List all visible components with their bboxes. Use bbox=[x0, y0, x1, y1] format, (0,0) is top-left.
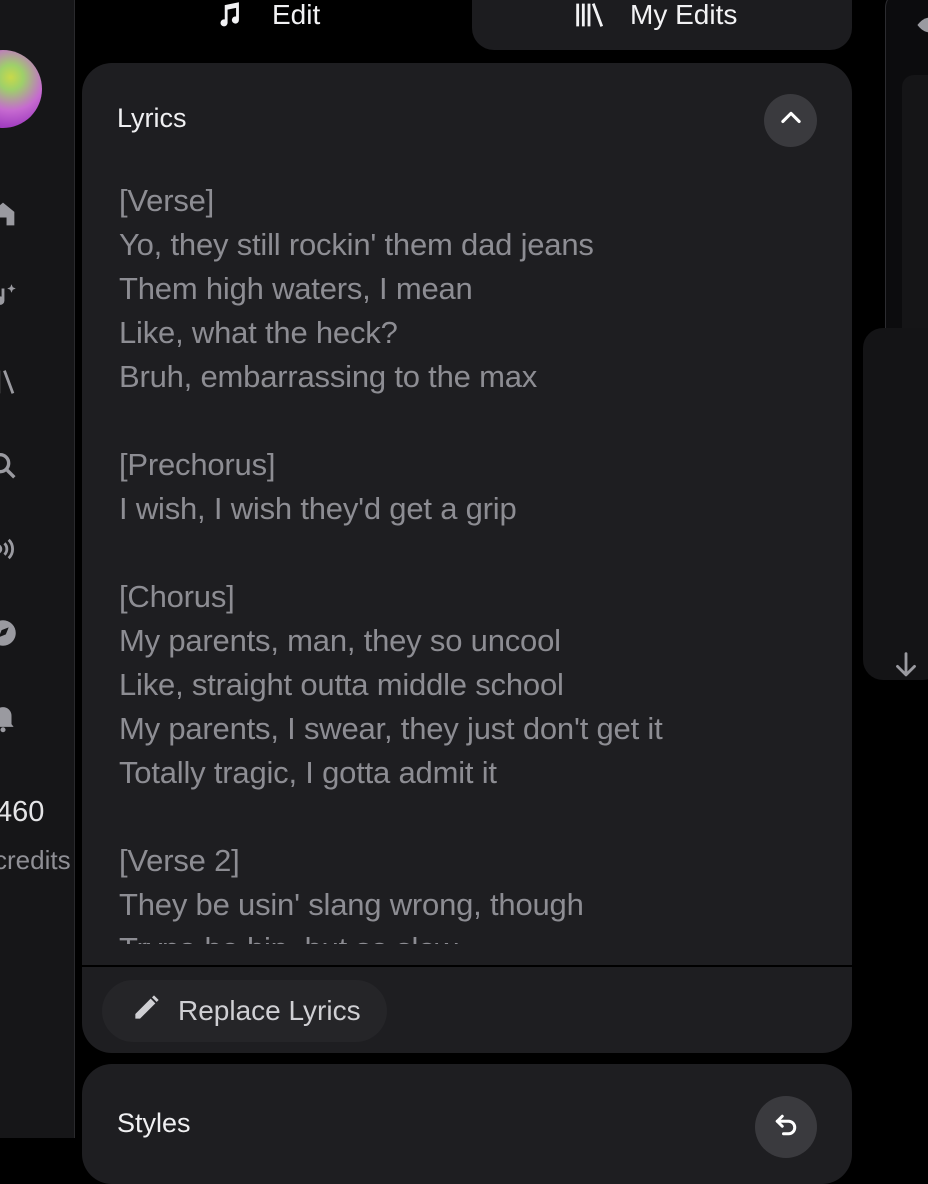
music-note-icon bbox=[212, 0, 246, 32]
avatar[interactable] bbox=[0, 50, 42, 128]
library-icon bbox=[572, 0, 606, 32]
tab-my-edits-label: My Edits bbox=[630, 0, 738, 30]
tab-edit-label: Edit bbox=[272, 0, 321, 30]
notifications-icon[interactable] bbox=[0, 700, 20, 734]
chevron-up-icon bbox=[777, 104, 805, 137]
replace-lyrics-label: Replace Lyrics bbox=[178, 995, 361, 1026]
credits-count: 460 bbox=[0, 796, 45, 828]
search-icon[interactable] bbox=[0, 449, 20, 483]
radio-icon[interactable] bbox=[0, 532, 20, 566]
lyrics-panel: Lyrics [Verse] Yo, they still rockin' th… bbox=[82, 63, 852, 1053]
lyrics-title: Lyrics bbox=[117, 103, 187, 133]
eye-icon[interactable] bbox=[915, 10, 928, 40]
home-icon[interactable] bbox=[0, 197, 20, 231]
styles-title: Styles bbox=[117, 1108, 191, 1138]
replace-lyrics-button[interactable]: Replace Lyrics bbox=[102, 980, 387, 1042]
tab-edit[interactable]: Edit bbox=[212, 0, 320, 50]
pencil-icon bbox=[130, 992, 162, 1031]
collapse-button[interactable] bbox=[764, 94, 817, 147]
divider bbox=[82, 965, 852, 967]
tab-my-edits[interactable]: My Edits bbox=[472, 0, 852, 50]
explore-icon[interactable] bbox=[0, 616, 20, 650]
styles-panel: Styles bbox=[82, 1064, 852, 1184]
lyrics-textarea[interactable]: [Verse] Yo, they still rockin' them dad … bbox=[119, 179, 819, 944]
reset-styles-button[interactable] bbox=[755, 1096, 817, 1158]
arrow-down-icon[interactable] bbox=[889, 648, 923, 682]
undo-icon bbox=[771, 1110, 801, 1145]
credits-label: credits bbox=[0, 845, 71, 875]
library-icon[interactable] bbox=[0, 365, 20, 399]
create-icon[interactable] bbox=[0, 280, 20, 314]
sidebar: 460 credits bbox=[0, 0, 75, 1138]
side-panel bbox=[863, 328, 928, 680]
